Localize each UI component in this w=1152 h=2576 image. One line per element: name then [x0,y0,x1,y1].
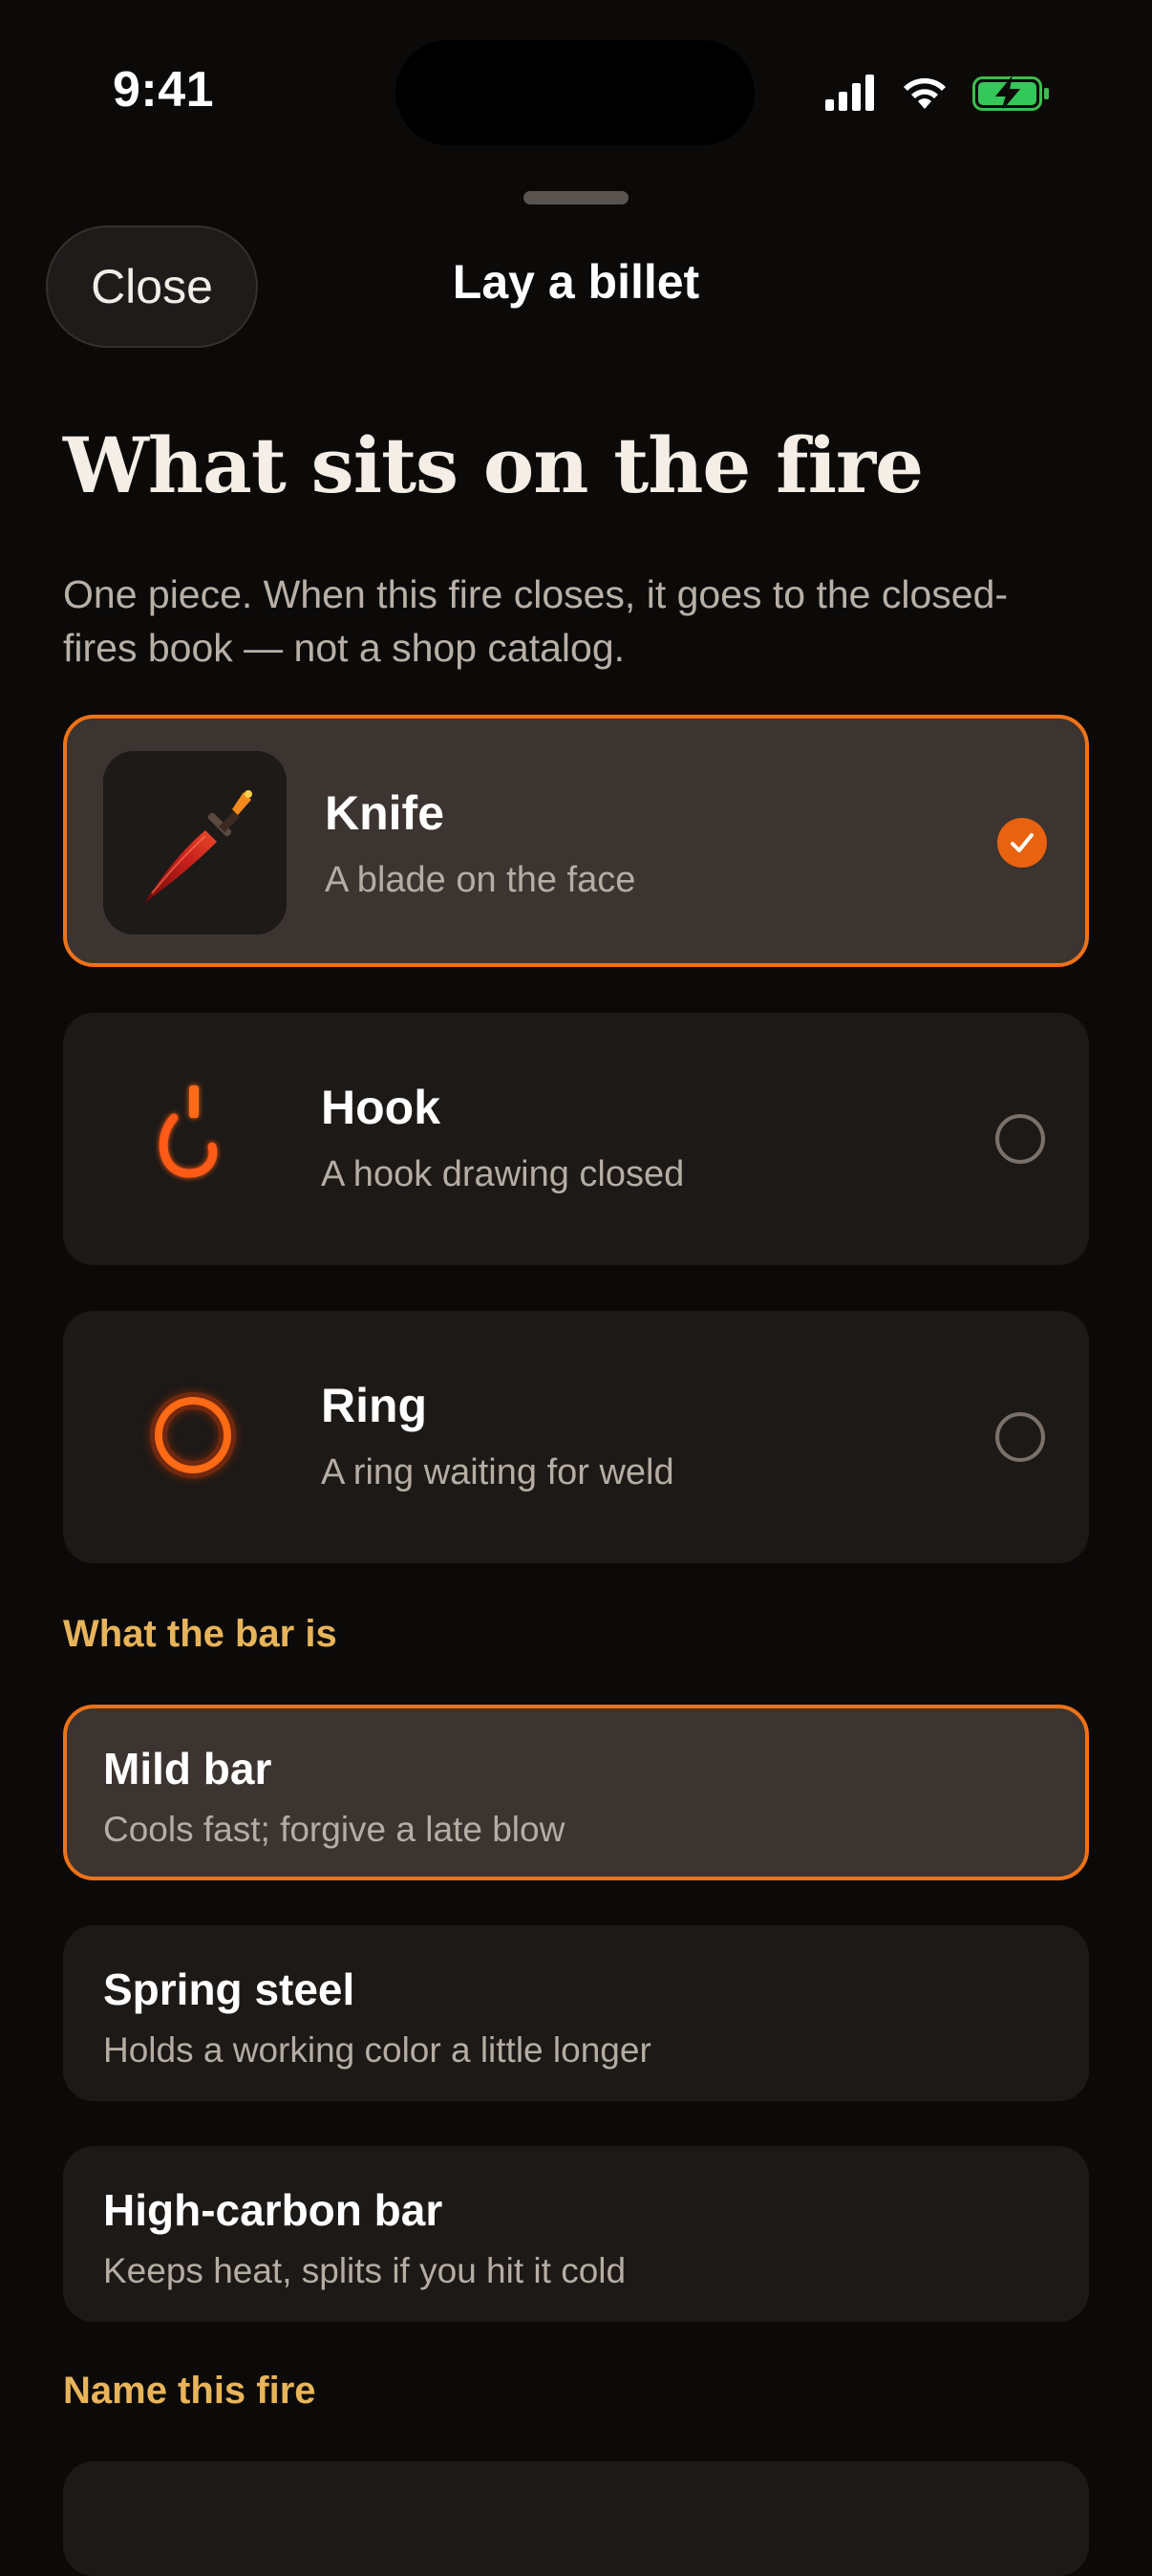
piece-option-ring[interactable]: Ring A ring waiting for weld [63,1311,1089,1563]
piece-option-knife[interactable]: Knife A blade on the face [63,715,1089,967]
piece-name: Knife [325,786,444,840]
bar-description: Cools fast; forgive a late blow [103,1810,565,1849]
checkmark-icon [1011,833,1034,852]
knife-thumbnail [103,751,287,934]
status-icons [825,75,1049,111]
cellular-signal-icon [825,75,874,111]
hook-thumbnail [101,1045,285,1229]
bar-name: Spring steel [103,1964,355,2014]
piece-option-hook[interactable]: Hook A hook drawing closed [63,1013,1089,1265]
piece-description: A ring waiting for weld [321,1452,674,1492]
page-subtitle: One piece. When this fire closes, it goe… [63,572,1009,670]
fire-name-input[interactable] [63,2461,1089,2576]
bar-description: Holds a working color a little longer [103,2030,651,2070]
status-time: 9:41 [113,62,215,118]
piece-name: Ring [321,1379,428,1432]
radio-unchecked[interactable] [995,1114,1045,1164]
ring-thumbnail [101,1343,285,1527]
battery-charging-icon [972,75,1049,111]
wifi-icon [904,77,946,109]
bar-option-mild[interactable]: Mild bar Cools fast; forgive a late blow [63,1705,1089,1880]
piece-description: A hook drawing closed [321,1154,685,1194]
page-title: What sits on the fire [63,420,924,510]
bar-option-spring-steel[interactable]: Spring steel Holds a working color a lit… [63,1925,1089,2101]
bar-section-label: What the bar is [63,1613,337,1655]
radio-checked[interactable] [997,818,1047,868]
name-section-label: Name this fire [63,2370,316,2412]
piece-description: A blade on the face [325,860,636,900]
bar-name: High-carbon bar [103,2185,443,2235]
radio-unchecked[interactable] [995,1412,1045,1462]
ring-icon [150,1392,236,1478]
hook-icon [159,1085,218,1178]
piece-name: Hook [321,1081,440,1134]
knife-icon [144,790,252,903]
bar-name: Mild bar [103,1744,272,1793]
sheet-title: Lay a billet [452,255,700,309]
dynamic-island [395,40,755,145]
bar-option-high-carbon[interactable]: High-carbon bar Keeps heat, splits if yo… [63,2146,1089,2322]
bar-description: Keeps heat, splits if you hit it cold [103,2251,627,2290]
sheet-grabber[interactable] [523,191,629,204]
